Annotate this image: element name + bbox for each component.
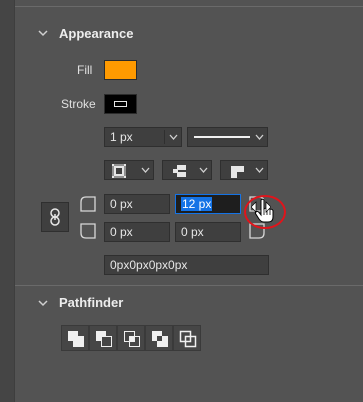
- radius-bottom-right-input[interactable]: 0 px: [175, 222, 241, 242]
- chevron-down-icon: [199, 167, 208, 173]
- minus-front-icon: [96, 331, 112, 347]
- pathfinder-exclude-button[interactable]: [145, 325, 173, 351]
- chevron-down-icon: [169, 134, 178, 140]
- pathfinder-section-title[interactable]: Pathfinder: [59, 295, 123, 310]
- divide-icon: [179, 330, 197, 348]
- stroke-align-inside-icon: [112, 164, 126, 178]
- pathfinder-unite-button[interactable]: [61, 325, 89, 351]
- corner-top-left-icon: [80, 196, 96, 212]
- properties-panel: Appearance Fill Stroke 1 px 0 px 12 px 0…: [0, 0, 363, 402]
- chevron-down-icon: [255, 134, 264, 140]
- stroke-width-dropdown[interactable]: 1 px: [104, 127, 182, 147]
- pathfinder-intersect-button[interactable]: [117, 325, 145, 351]
- stroke-align-dropdown[interactable]: [104, 160, 154, 180]
- border-radius-css-input[interactable]: 0px0px0px0px: [104, 255, 269, 275]
- stroke-style-dropdown[interactable]: [187, 127, 268, 147]
- stroke-join-dropdown[interactable]: [220, 160, 268, 180]
- radius-top-left-input[interactable]: 0 px: [104, 194, 170, 214]
- exclude-icon: [152, 331, 168, 347]
- solid-line-icon: [194, 136, 250, 138]
- appearance-section-title[interactable]: Appearance: [59, 26, 133, 41]
- chevron-down-icon: [141, 167, 150, 173]
- stroke-width-value: 1 px: [110, 130, 133, 144]
- unite-icon: [68, 331, 84, 347]
- fill-label: Fill: [77, 63, 93, 77]
- radius-top-right-value: 12 px: [181, 197, 213, 211]
- link-icon: [50, 208, 60, 226]
- resize-arrows-icon: [251, 201, 271, 213]
- section-divider-pathfinder: [15, 285, 363, 286]
- panel-scrollbar[interactable]: [0, 0, 15, 402]
- stroke-cap-icon: [173, 165, 186, 177]
- chevron-down-icon[interactable]: [37, 297, 49, 309]
- section-divider-top: [15, 6, 363, 7]
- radius-top-right-input[interactable]: 12 px: [175, 194, 241, 214]
- pathfinder-minus-front-button[interactable]: [89, 325, 117, 351]
- stroke-join-icon: [231, 166, 244, 178]
- intersect-icon: [124, 331, 140, 347]
- chevron-down-icon: [255, 167, 264, 173]
- chevron-down-icon[interactable]: [37, 27, 49, 39]
- pathfinder-extra-button[interactable]: [173, 325, 201, 351]
- radius-bottom-left-input[interactable]: 0 px: [104, 222, 170, 242]
- link-radius-button[interactable]: [41, 202, 69, 232]
- fill-color-swatch[interactable]: [104, 60, 137, 80]
- stroke-cap-dropdown[interactable]: [162, 160, 212, 180]
- stroke-color-swatch[interactable]: [104, 94, 137, 114]
- stroke-label: Stroke: [61, 97, 96, 111]
- corner-bottom-left-icon: [80, 223, 96, 239]
